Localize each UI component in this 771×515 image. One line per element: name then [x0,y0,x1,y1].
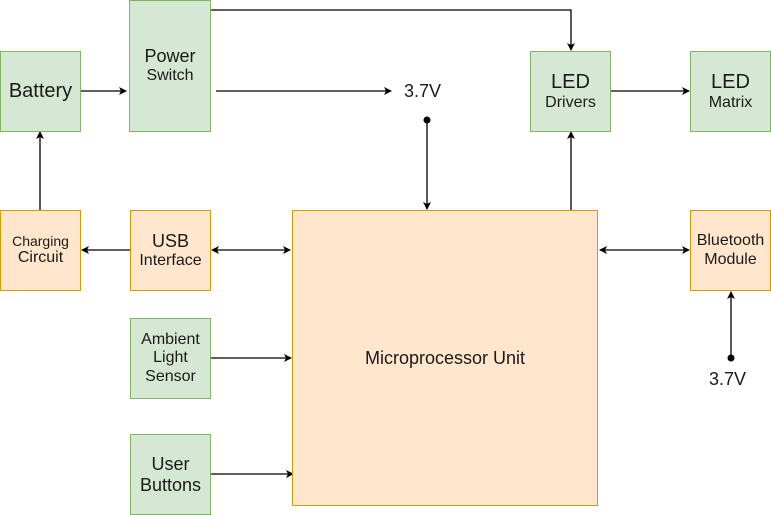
ambient-light-sensor-label-2: Light [153,349,188,367]
bluetooth-module-label-1: Bluetooth [696,232,765,250]
power-switch-label-1: Power [144,46,196,67]
led-matrix-block[interactable]: LED Matrix [690,51,771,132]
ambient-light-sensor-block[interactable]: Ambient Light Sensor [130,318,211,399]
microprocessor-label: Microprocessor Unit [364,347,526,368]
power-switch-block[interactable]: Power Switch [129,0,211,132]
ambient-light-sensor-label-1: Ambient [141,330,200,348]
usb-interface-label-1: USB [151,230,189,251]
led-drivers-block[interactable]: LED Drivers [530,51,611,132]
user-buttons-block[interactable]: User Buttons [130,434,211,515]
user-buttons-label-1: User [151,453,190,474]
battery-block[interactable]: Battery [0,51,81,132]
user-buttons-label-2: Buttons [139,474,202,495]
usb-interface-block[interactable]: USB Interface [130,210,211,291]
bluetooth-module-block[interactable]: Bluetooth Module [690,210,771,291]
charging-circuit-block[interactable]: Charging Circuit [0,210,81,291]
led-drivers-label-2: Drivers [545,93,596,111]
power-switch-label-2: Switch [146,67,194,85]
led-matrix-label-2: Matrix [708,93,753,111]
led-matrix-label-1: LED [711,70,750,93]
voltage-label-top: 3.7V [404,81,442,101]
wire-power-switch-to-led-drivers [211,9,575,51]
usb-interface-label-2: Interface [139,251,202,269]
ambient-light-sensor-label-3: Sensor [145,367,196,385]
junction-dot-bluetooth [727,354,735,362]
charging-circuit-label-2: Circuit [17,249,64,267]
bluetooth-module-label-2: Module [704,250,757,268]
microprocessor-block[interactable]: Microprocessor Unit [292,210,598,506]
led-drivers-label-1: LED [551,70,590,93]
junction-dot-top [423,116,431,124]
voltage-label-bluetooth: 3.7V [709,369,747,389]
charging-circuit-label-1: Charging [12,233,69,250]
battery-label: Battery [8,80,73,102]
